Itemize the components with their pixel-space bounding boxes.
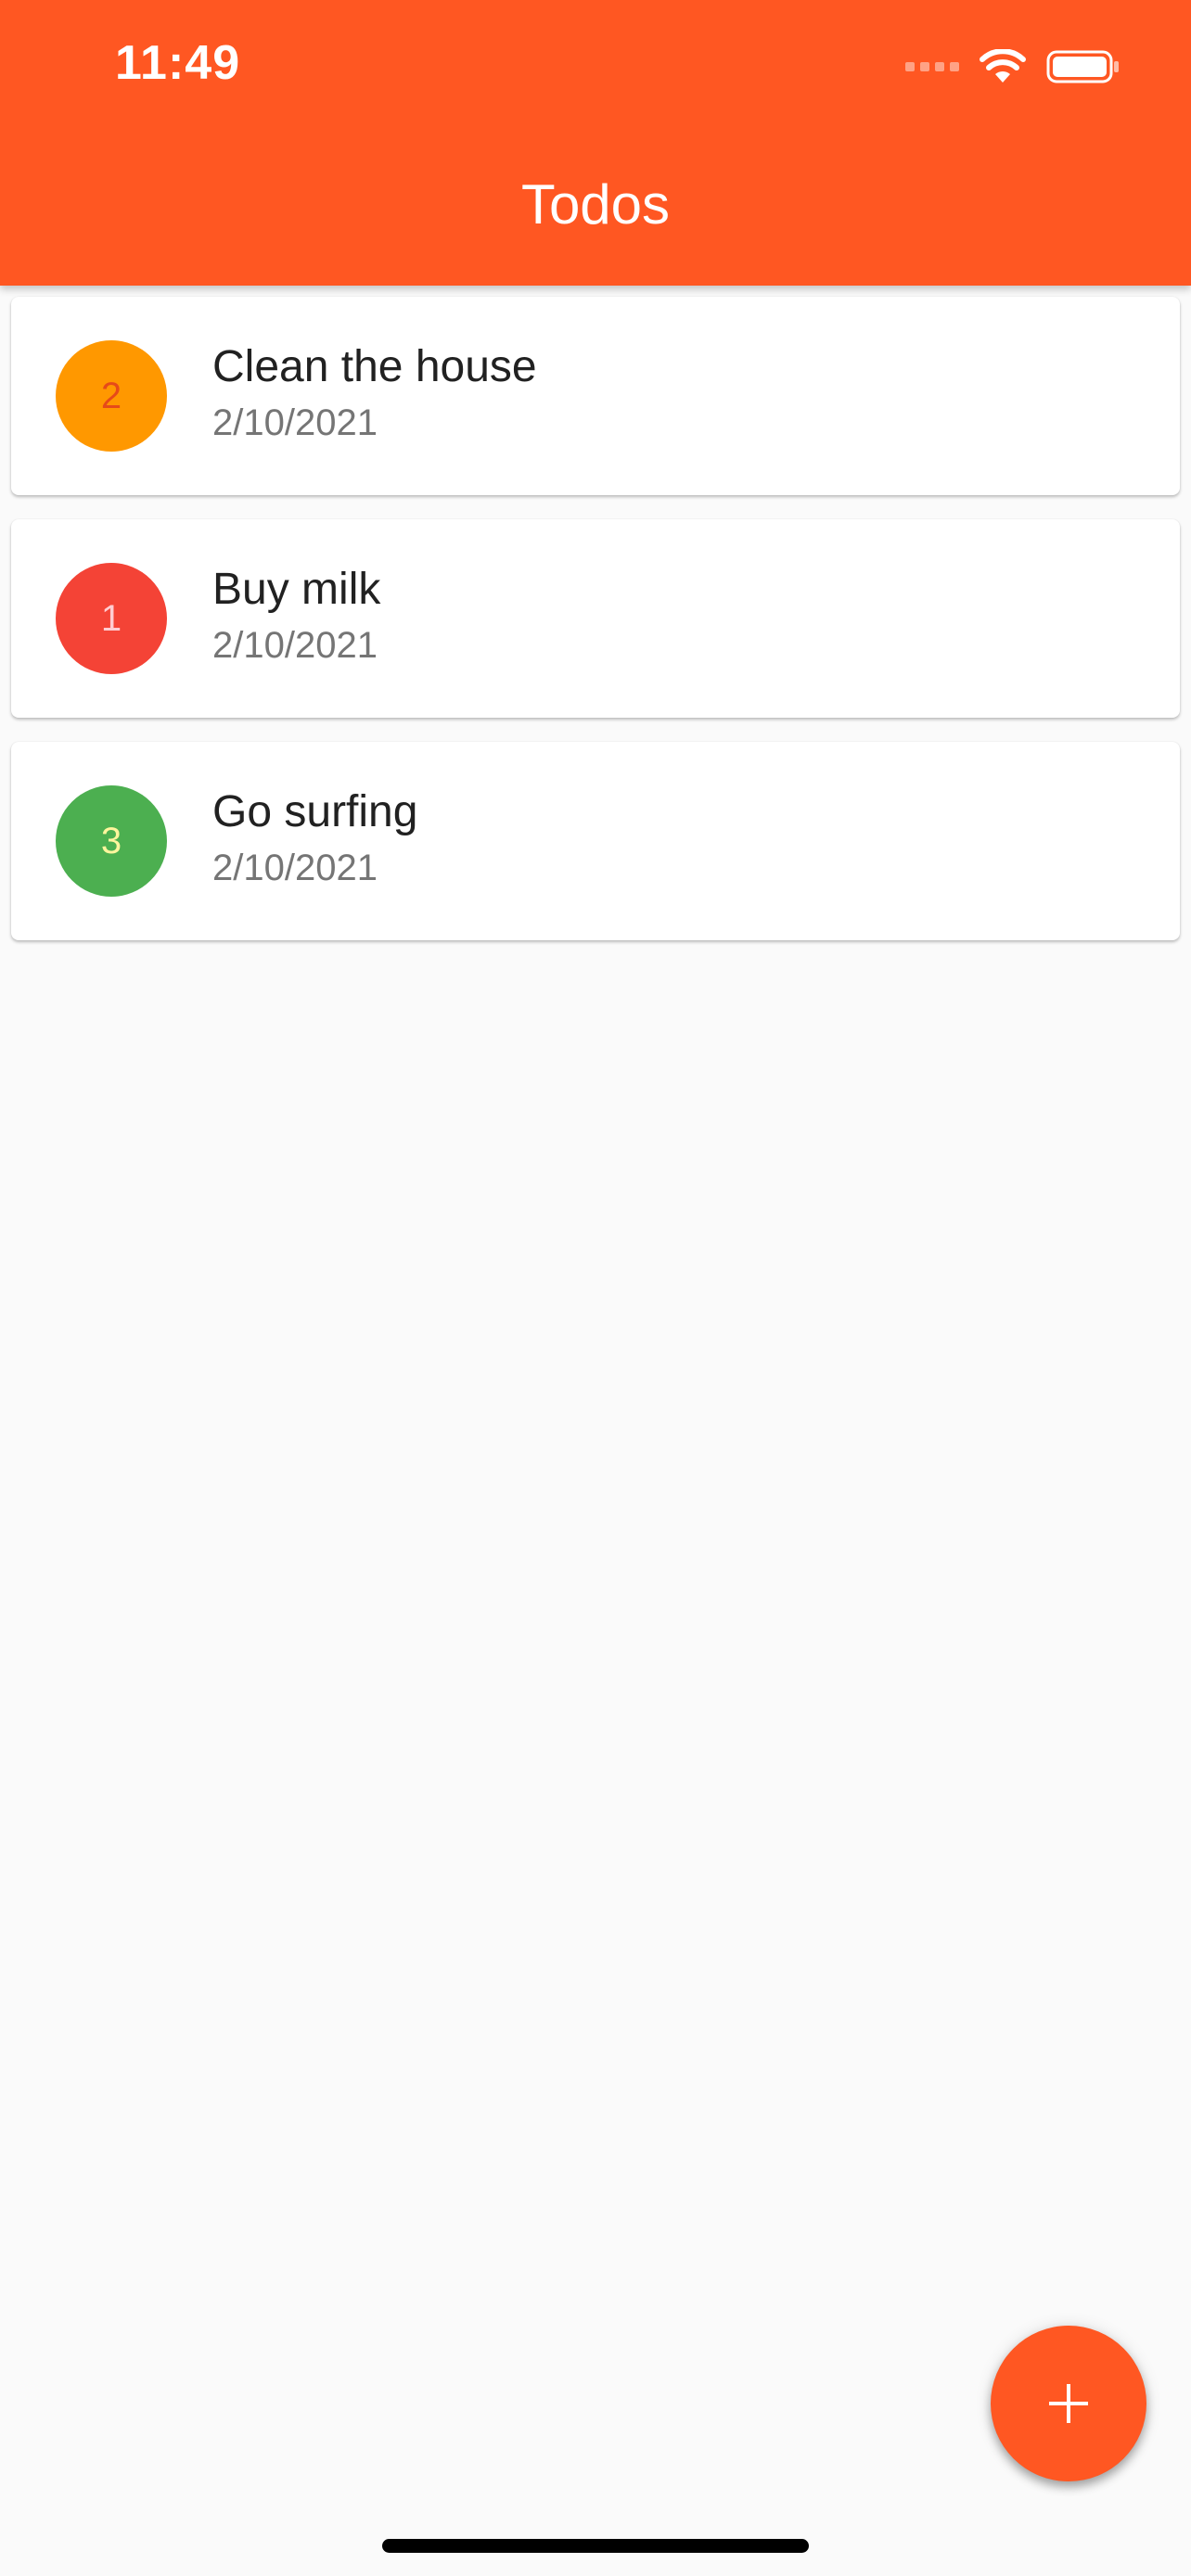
app-bar: 11:49 Todos (0, 0, 1191, 286)
todo-date: 2/10/2021 (212, 625, 378, 666)
priority-avatar: 2 (56, 340, 167, 452)
todo-date: 2/10/2021 (212, 402, 378, 443)
todo-list: 2 Clean the house 2/10/2021 1 Buy milk 2… (11, 297, 1180, 964)
todo-item[interactable]: 1 Buy milk 2/10/2021 (11, 519, 1180, 718)
todo-date: 2/10/2021 (212, 848, 378, 888)
battery-icon (1046, 50, 1119, 83)
wifi-icon (980, 49, 1026, 83)
status-time: 11:49 (115, 36, 241, 90)
todo-item[interactable]: 2 Clean the house 2/10/2021 (11, 297, 1180, 495)
priority-avatar: 3 (56, 785, 167, 897)
home-indicator (382, 2539, 809, 2553)
page-title: Todos (520, 173, 671, 236)
todo-title: Clean the house (212, 342, 537, 391)
add-todo-button[interactable] (991, 2326, 1146, 2481)
plus-icon (1049, 2384, 1088, 2423)
signal-icon (905, 62, 959, 71)
priority-avatar: 1 (56, 563, 167, 674)
todo-title: Go surfing (212, 787, 418, 836)
todo-item[interactable]: 3 Go surfing 2/10/2021 (11, 742, 1180, 940)
todo-title: Buy milk (212, 565, 381, 614)
status-icons (905, 48, 1121, 85)
